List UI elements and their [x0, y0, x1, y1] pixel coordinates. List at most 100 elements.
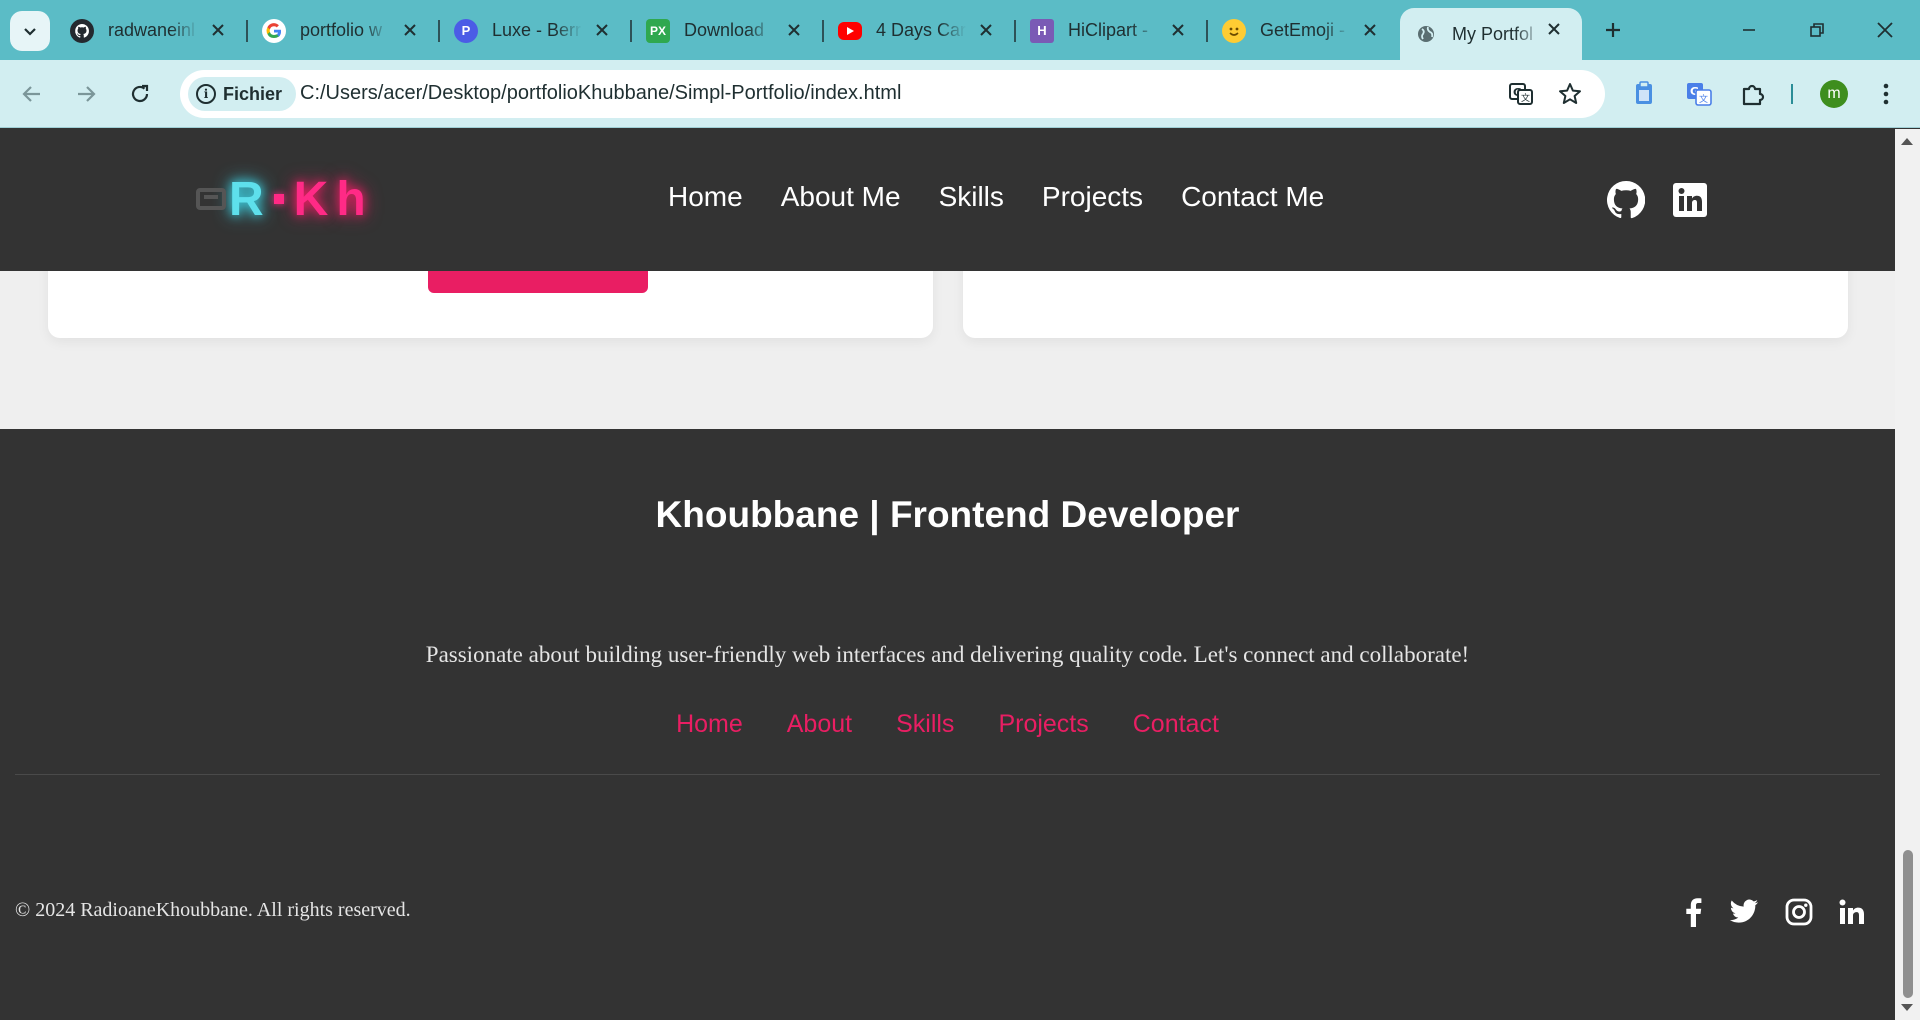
restore-icon [1810, 23, 1824, 37]
browser-menu-button[interactable] [1870, 78, 1902, 110]
minimize-icon [1743, 29, 1755, 31]
instagram-icon[interactable] [1783, 896, 1815, 928]
reload-button[interactable] [120, 74, 160, 114]
profile-avatar[interactable]: m [1820, 80, 1848, 108]
close-tab-icon[interactable] [398, 18, 422, 42]
kebab-menu-icon [1883, 83, 1889, 105]
close-tab-icon[interactable] [974, 18, 998, 42]
close-tab-icon[interactable] [590, 18, 614, 42]
p-logo-icon: P [454, 18, 478, 43]
tab-title: 4 Days Car [876, 20, 966, 40]
logo-letter-r: R [229, 172, 264, 226]
close-window-button[interactable] [1862, 10, 1908, 50]
site-header: R Kh Home About Me Skills Projects Conta… [0, 129, 1895, 271]
hiclipart-icon: H [1030, 18, 1054, 43]
footer-divider [15, 774, 1880, 775]
chevron-down-icon [24, 28, 36, 36]
extensions-puzzle-icon[interactable] [1737, 78, 1769, 110]
footer-nav: Home About Skills Projects Contact [0, 710, 1895, 739]
tab-google[interactable]: portfolio w [248, 9, 438, 52]
nav-projects[interactable]: Projects [1042, 181, 1143, 213]
page-scrollbar[interactable] [1895, 129, 1920, 1020]
close-tab-icon[interactable] [1358, 18, 1382, 42]
restore-button[interactable] [1794, 10, 1840, 50]
footer-link-contact[interactable]: Contact [1133, 710, 1219, 739]
site-footer: Khoubbane | Frontend Developer Passionat… [0, 429, 1895, 1020]
nav-about-me[interactable]: About Me [781, 181, 901, 213]
nav-skills[interactable]: Skills [939, 181, 1004, 213]
tab-hiclipart[interactable]: H HiClipart - [1016, 9, 1206, 52]
tab-github[interactable]: radwaneinl [56, 9, 246, 52]
forward-arrow-icon [78, 86, 96, 102]
tab-title: GetEmoji - [1260, 20, 1346, 40]
linkedin-icon[interactable] [1836, 896, 1868, 928]
address-bar[interactable]: i Fichier C:/Users/acer/Desktop/portfoli… [180, 70, 1605, 118]
twitter-icon[interactable] [1728, 896, 1760, 928]
plus-icon [1606, 23, 1620, 37]
back-arrow-icon [22, 86, 40, 102]
logo-dot [273, 194, 284, 204]
tab-title: HiClipart - [1068, 20, 1149, 40]
scroll-down-arrow-icon[interactable] [1901, 1004, 1913, 1011]
site-info-chip[interactable]: i Fichier [188, 77, 297, 111]
svg-text:文: 文 [1699, 93, 1708, 105]
logo-mark-icon [196, 188, 226, 210]
toolbar-divider [1791, 84, 1793, 104]
emoji-icon [1222, 18, 1246, 43]
facebook-icon[interactable] [1677, 896, 1709, 928]
site-logo[interactable]: R Kh [196, 172, 374, 226]
footer-link-about[interactable]: About [787, 710, 852, 739]
close-icon [1877, 22, 1893, 38]
tab-luxe[interactable]: P Luxe - Berr [440, 9, 630, 52]
footer-title: Khoubbane | Frontend Developer [655, 494, 1240, 535]
nav-home[interactable]: Home [668, 181, 743, 213]
tab-search-button[interactable] [10, 11, 50, 51]
browser-tab-strip: radwaneinl portfolio w P Luxe - Berr PX … [0, 0, 1920, 60]
scroll-up-arrow-icon[interactable] [1901, 138, 1913, 145]
tab-title: radwaneinl [108, 20, 196, 40]
url-text[interactable]: C:/Users/acer/Desktop/portfolioKhubbane/… [300, 82, 901, 105]
close-tab-icon[interactable] [206, 18, 230, 42]
github-icon[interactable] [1607, 181, 1645, 219]
tab-title: My Portfol [1452, 23, 1534, 44]
footer-link-skills[interactable]: Skills [896, 710, 954, 739]
linkedin-icon[interactable] [1671, 181, 1709, 219]
scrollbar-thumb[interactable] [1903, 850, 1913, 998]
tab-my-portfolio[interactable]: My Portfol [1400, 8, 1582, 60]
forward-button[interactable] [66, 74, 106, 114]
svg-text:文: 文 [1521, 92, 1530, 104]
logo-letters-kh: Kh [293, 172, 374, 226]
tab-download[interactable]: PX Download [632, 9, 822, 52]
nav-contact-me[interactable]: Contact Me [1181, 181, 1324, 213]
close-tab-icon[interactable] [782, 18, 806, 42]
close-tab-icon[interactable] [1542, 17, 1566, 41]
copyright-text: © 2024 RadioaneKhoubbane. All rights res… [15, 899, 411, 921]
footer-link-home[interactable]: Home [676, 710, 743, 739]
px-logo-icon: PX [646, 18, 670, 43]
translate-icon[interactable]: G文 [1507, 80, 1535, 108]
bookmark-star-icon[interactable] [1556, 80, 1584, 108]
page-viewport: R Kh Home About Me Skills Projects Conta… [0, 129, 1895, 1020]
extension-clipboard-icon[interactable] [1628, 78, 1660, 110]
globe-icon [1414, 22, 1438, 46]
browser-toolbar: i Fichier C:/Users/acer/Desktop/portfoli… [0, 60, 1920, 128]
github-icon [70, 18, 94, 43]
minimize-button[interactable] [1726, 10, 1772, 50]
tab-title: portfolio w [300, 20, 383, 40]
tab-title: Download [684, 20, 765, 40]
reload-icon [131, 84, 149, 103]
tab-youtube[interactable]: 4 Days Car [824, 9, 1014, 52]
security-label: Fichier [223, 83, 283, 104]
footer-description: Passionate about building user-friendly … [425, 642, 1470, 667]
close-tab-icon[interactable] [1166, 18, 1190, 42]
tab-title: Luxe - Berr [492, 20, 582, 40]
new-tab-button[interactable] [1597, 14, 1629, 46]
youtube-icon [838, 21, 862, 40]
main-nav: Home About Me Skills Projects Contact Me [668, 181, 1362, 213]
info-icon: i [196, 84, 216, 104]
extension-translate-icon[interactable]: G文 [1683, 78, 1715, 110]
footer-link-projects[interactable]: Projects [998, 710, 1088, 739]
google-icon [262, 18, 286, 43]
tab-getemoji[interactable]: GetEmoji - [1208, 9, 1398, 52]
back-button[interactable] [12, 74, 52, 114]
